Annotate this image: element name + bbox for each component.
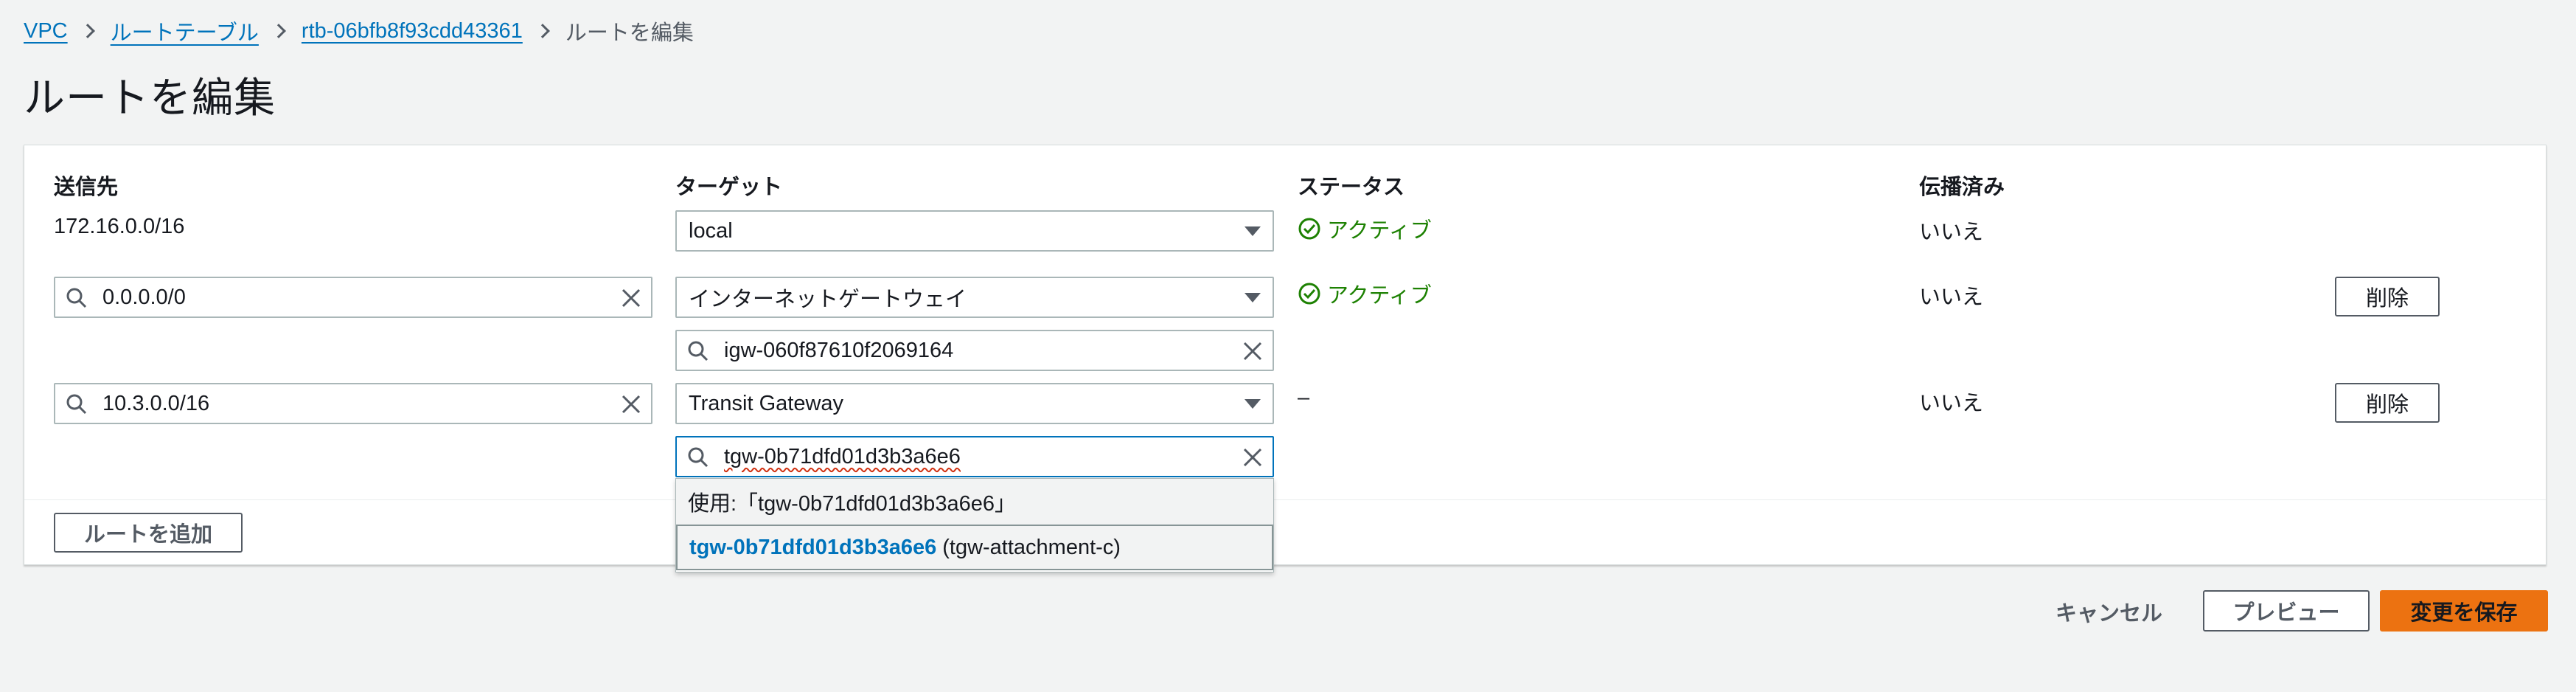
route-1-status: アクティブ: [1298, 213, 1432, 244]
suggestion-option-name: (tgw-attachment-c): [942, 535, 1121, 559]
route-3-propagated: いいえ: [1919, 392, 1984, 415]
chevron-right-icon: [80, 24, 95, 38]
search-icon: [677, 437, 718, 476]
breadcrumb: VPC ルートテーブル rtb-06bfb8f93cdd43361 ルートを編集: [24, 16, 694, 46]
search-icon: [55, 384, 97, 423]
route-2-target-select[interactable]: インターネットゲートウェイ: [675, 277, 1274, 318]
route-3-target-id-value: tgw-0b71dfd01d3b3a6e6: [724, 444, 961, 468]
page-title: ルートを編集: [24, 75, 276, 122]
clear-icon[interactable]: [1231, 437, 1273, 476]
suggestion-option[interactable]: tgw-0b71dfd01d3b3a6e6 (tgw-attachment-c): [676, 525, 1273, 570]
caret-down-icon: [1234, 278, 1273, 316]
cancel-button[interactable]: キャンセル: [2055, 596, 2162, 627]
clear-icon[interactable]: [1231, 331, 1273, 370]
route-1-target-value: local: [689, 218, 733, 243]
breadcrumb-route-tables-link[interactable]: ルートテーブル: [111, 15, 259, 46]
route-3-destination-value: 10.3.0.0/16: [102, 391, 210, 415]
route-2-delete-button[interactable]: 削除: [2335, 277, 2440, 316]
header-status: ステータス: [1298, 176, 1405, 199]
route-1-status-text: アクティブ: [1327, 219, 1432, 243]
use-typed-value-option[interactable]: 使用:「tgw-0b71dfd01d3b3a6e6」: [676, 479, 1273, 525]
breadcrumb-route-table-link[interactable]: rtb-06bfb8f93cdd43361: [302, 19, 523, 44]
route-1-destination: 172.16.0.0/16: [54, 215, 185, 238]
route-3-delete-button[interactable]: 削除: [2335, 383, 2440, 423]
route-3-target-select[interactable]: Transit Gateway: [675, 383, 1274, 424]
save-changes-button[interactable]: 変更を保存: [2380, 590, 2548, 632]
route-2-target-value: インターネットゲートウェイ: [689, 288, 967, 311]
route-2-status: アクティブ: [1298, 278, 1432, 309]
routes-panel: 送信先 ターゲット ステータス 伝播済み 172.16.0.0/16 local…: [24, 145, 2547, 565]
clear-icon[interactable]: [610, 384, 651, 423]
route-3-target-id-input[interactable]: tgw-0b71dfd01d3b3a6e6: [675, 436, 1274, 477]
status-success-icon: [1298, 218, 1320, 240]
header-target: ターゲット: [675, 176, 783, 199]
status-success-icon: [1298, 283, 1320, 305]
target-suggestions-dropdown: 使用:「tgw-0b71dfd01d3b3a6e6」 tgw-0b71dfd01…: [675, 478, 1274, 572]
panel-footer: [24, 499, 2546, 566]
caret-down-icon: [1234, 384, 1273, 423]
chevron-right-icon: [271, 24, 286, 38]
header-propagated: 伝播済み: [1919, 176, 2005, 199]
route-3-target-value: Transit Gateway: [689, 391, 844, 415]
clear-icon[interactable]: [610, 278, 651, 316]
route-3-status: –: [1298, 386, 1310, 409]
route-1-target-select[interactable]: local: [675, 210, 1274, 252]
add-route-button[interactable]: ルートを追加: [54, 513, 243, 553]
route-2-status-text: アクティブ: [1327, 284, 1432, 308]
route-2-target-id-value: igw-060f87610f2069164: [724, 338, 954, 362]
chevron-right-icon: [535, 24, 550, 38]
breadcrumb-vpc-link[interactable]: VPC: [24, 19, 68, 44]
caret-down-icon: [1234, 212, 1273, 250]
route-2-destination-input[interactable]: 0.0.0.0/0: [54, 277, 652, 318]
route-2-destination-value: 0.0.0.0/0: [102, 285, 186, 309]
search-icon: [677, 331, 718, 370]
route-1-propagated: いいえ: [1919, 221, 1984, 244]
preview-button[interactable]: プレビュー: [2203, 590, 2370, 632]
breadcrumb-current: ルートを編集: [565, 21, 694, 45]
route-2-target-id-input[interactable]: igw-060f87610f2069164: [675, 330, 1274, 371]
search-icon: [55, 278, 97, 316]
route-2-propagated: いいえ: [1919, 286, 1984, 309]
suggestion-option-id: tgw-0b71dfd01d3b3a6e6: [689, 535, 937, 559]
route-3-destination-input[interactable]: 10.3.0.0/16: [54, 383, 652, 424]
header-destination: 送信先: [54, 176, 119, 199]
